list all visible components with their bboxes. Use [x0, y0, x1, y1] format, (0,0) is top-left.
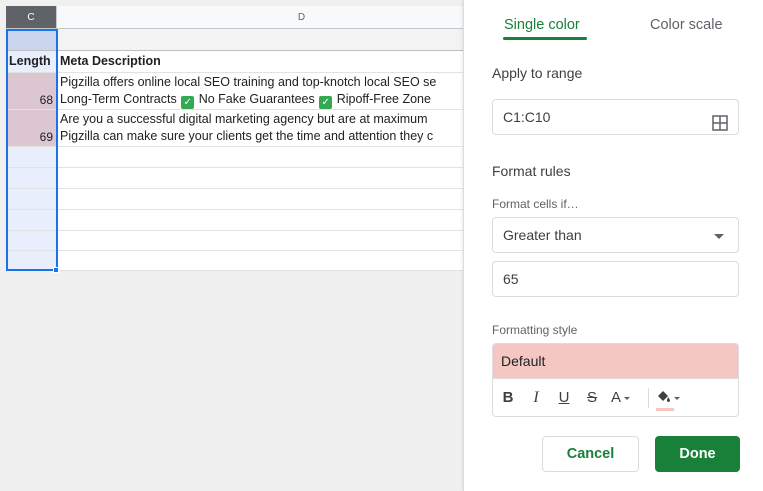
- cell-c-empty[interactable]: [6, 231, 57, 250]
- cell-d-empty[interactable]: [57, 147, 463, 167]
- column-header-d[interactable]: D: [57, 6, 463, 29]
- cell-d-empty[interactable]: [57, 189, 463, 209]
- grid-select-icon[interactable]: [712, 109, 728, 143]
- style-preview-dropdown[interactable]: Default: [493, 344, 738, 379]
- column-header-c[interactable]: C: [6, 6, 57, 29]
- cell-d-description[interactable]: Pigzilla offers online local SEO trainin…: [57, 73, 463, 109]
- table-row: [6, 251, 463, 271]
- description-line: Pigzilla offers online local SEO trainin…: [60, 75, 437, 89]
- table-row: 68 Pigzilla offers online local SEO trai…: [6, 73, 463, 110]
- description-line: Are you a successful digital marketing a…: [60, 112, 428, 126]
- cell-c-empty[interactable]: [6, 251, 57, 270]
- cell-c-empty[interactable]: [6, 147, 57, 167]
- chevron-down-icon: [674, 396, 680, 400]
- range-input[interactable]: C1:C10: [492, 99, 739, 135]
- text-color-icon: A: [611, 389, 622, 406]
- length-value: 68: [39, 93, 53, 107]
- style-toolbar: B I U S A: [493, 379, 738, 416]
- toolbar-divider: [648, 388, 649, 408]
- table-row: 69 Are you a successful digital marketin…: [6, 110, 463, 147]
- formatting-style-box: Default B I U S A: [492, 343, 739, 417]
- done-button[interactable]: Done: [655, 436, 740, 472]
- table-row: [6, 168, 463, 189]
- description-line: Long-Term Contracts ✓ No Fake Guarantees…: [60, 91, 463, 109]
- table-row: [6, 231, 463, 251]
- condition-value: Greater than: [503, 227, 582, 243]
- paint-bucket-icon: [658, 391, 670, 402]
- check-mark-icon: ✓: [319, 96, 333, 109]
- cell-d-empty[interactable]: [57, 251, 463, 270]
- cell-c-empty[interactable]: [6, 168, 57, 188]
- cancel-button[interactable]: Cancel: [542, 436, 639, 472]
- text-color-button[interactable]: A: [611, 388, 637, 408]
- italic-button[interactable]: I: [527, 388, 545, 408]
- value-input[interactable]: 65: [492, 261, 739, 297]
- table-row: [6, 147, 463, 168]
- cell-c-empty[interactable]: [6, 210, 57, 230]
- underline-button[interactable]: U: [555, 388, 573, 408]
- apply-to-range-label: Apply to range: [492, 65, 583, 81]
- chevron-down-icon: [624, 396, 631, 400]
- format-cells-if-label: Format cells if…: [492, 197, 579, 211]
- cell-c-empty[interactable]: [6, 189, 57, 209]
- cell-d-empty[interactable]: [57, 210, 463, 230]
- check-mark-icon: ✓: [181, 96, 195, 109]
- cell-d-frozen[interactable]: [57, 29, 463, 50]
- table-row: [6, 210, 463, 231]
- bold-button[interactable]: B: [499, 388, 517, 408]
- tab-color-scale[interactable]: Color scale: [650, 14, 723, 36]
- fill-color-button[interactable]: [655, 388, 685, 411]
- table-row: Length Meta Description: [6, 51, 463, 73]
- description-fragment: Ripoff-Free Zone: [336, 92, 431, 106]
- conditional-format-panel: Single color Color scale Apply to range …: [463, 0, 763, 491]
- description-fragment: No Fake Guarantees: [198, 92, 315, 106]
- meta-description-header: Meta Description: [60, 54, 161, 68]
- condition-select[interactable]: Greater than: [492, 217, 739, 253]
- frozen-row: [6, 29, 463, 51]
- range-value: C1:C10: [503, 109, 551, 125]
- length-value: 69: [39, 130, 53, 144]
- fill-color-indicator: [656, 408, 674, 411]
- description-fragment: Long-Term Contracts: [60, 92, 177, 106]
- cell-c-frozen[interactable]: [6, 29, 57, 50]
- cell-d-description[interactable]: Are you a successful digital marketing a…: [57, 110, 463, 146]
- active-tab-indicator: [503, 37, 587, 40]
- chevron-down-icon: [714, 234, 724, 239]
- cell-d-empty[interactable]: [57, 168, 463, 188]
- selection-fill-handle[interactable]: [53, 267, 59, 273]
- table-row: [6, 189, 463, 210]
- format-rules-title: Format rules: [492, 163, 571, 179]
- cell-d-header[interactable]: Meta Description: [57, 51, 463, 72]
- cell-c-length[interactable]: 68: [6, 73, 57, 109]
- description-line: Pigzilla can make sure your clients get …: [60, 129, 434, 143]
- strikethrough-button[interactable]: S: [583, 388, 601, 408]
- condition-input-value: 65: [503, 271, 519, 287]
- tab-single-color[interactable]: Single color: [504, 14, 580, 36]
- spreadsheet-grid: C D Length Meta Description 68 Pigzilla …: [0, 0, 463, 491]
- cell-d-empty[interactable]: [57, 231, 463, 250]
- cell-c-length[interactable]: 69: [6, 110, 57, 146]
- formatting-style-label: Formatting style: [492, 323, 578, 337]
- cell-c-header[interactable]: Length: [6, 51, 57, 72]
- length-header: Length: [9, 54, 51, 68]
